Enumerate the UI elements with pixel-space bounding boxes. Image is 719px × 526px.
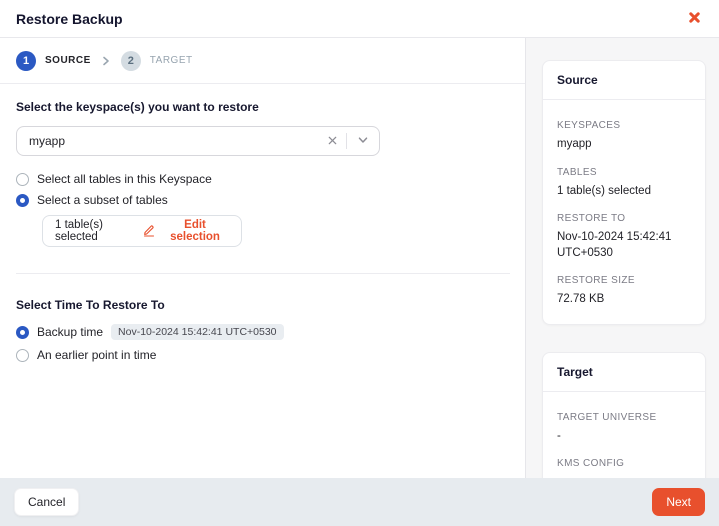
close-button[interactable] [685,10,703,28]
chevron-down-icon [357,134,369,149]
field-label: RESTORE SIZE [557,275,691,286]
radio-all-tables-label: Select all tables in this Keyspace [37,172,212,186]
step-1-label: SOURCE [45,55,91,66]
keyspace-select-value: myapp [17,134,319,148]
target-card-title: Target [543,353,705,392]
stepper-step-source: 1 SOURCE [16,51,91,71]
summary-field-target-universe: TARGET UNIVERSE - [557,412,691,445]
target-summary-card: Target TARGET UNIVERSE - KMS CONFIG - [542,352,706,478]
stepper-step-target: 2 TARGET [121,51,193,71]
radio-earlier-point[interactable] [16,349,29,362]
restore-time-label: Select Time To Restore To [16,298,509,312]
radio-subset-tables-label: Select a subset of tables [37,193,168,207]
section-divider [16,273,510,274]
table-selection-box: 1 table(s) selected Edit selection [42,215,242,247]
summary-field-restore-size: RESTORE SIZE 72.78 KB [557,275,691,308]
field-value: Nov-10-2024 15:42:41 UTC+0530 [557,230,675,261]
edit-pencil-icon [142,223,156,240]
radio-backup-time-label: Backup time [37,325,103,339]
main-pane: 1 SOURCE 2 TARGET Select the keyspace(s)… [0,38,526,478]
selected-tables-count: 1 table(s) selected [55,219,142,243]
field-label: KEYSPACES [557,120,691,131]
stepper: 1 SOURCE 2 TARGET [0,38,525,84]
option-subset-tables[interactable]: Select a subset of tables [16,193,509,207]
radio-all-tables[interactable] [16,173,29,186]
step-2-label: TARGET [150,55,193,66]
keyspace-select[interactable]: myapp [16,126,380,156]
summary-field-tables: TABLES 1 table(s) selected [557,167,691,200]
edit-selection-label: Edit selection [161,219,229,243]
source-summary-card: Source KEYSPACES myapp TABLES 1 table(s)… [542,60,706,325]
field-label: KMS CONFIG [557,458,691,469]
restore-backup-modal: Restore Backup 1 SOURCE 2 TARGET [0,0,719,526]
field-label: TARGET UNIVERSE [557,412,691,423]
select-dropdown-button[interactable] [347,134,379,149]
source-step-form: Select the keyspace(s) you want to resto… [0,84,525,386]
target-card-body: TARGET UNIVERSE - KMS CONFIG - [543,392,705,478]
next-button[interactable]: Next [652,488,705,516]
backup-time-badge: Nov-10-2024 15:42:41 UTC+0530 [111,324,283,340]
field-value: 72.78 KB [557,292,691,308]
summary-field-restore-to: RESTORE TO Nov-10-2024 15:42:41 UTC+0530 [557,213,691,261]
step-1-badge: 1 [16,51,36,71]
keyspace-select-label: Select the keyspace(s) you want to resto… [16,100,509,114]
field-value: myapp [557,137,691,153]
modal-header: Restore Backup [0,0,719,38]
modal-footer: Cancel Next [0,478,719,526]
cancel-button[interactable]: Cancel [14,488,79,516]
radio-backup-time[interactable] [16,326,29,339]
field-value: - [557,429,691,445]
option-earlier-point[interactable]: An earlier point in time [16,348,509,362]
source-card-body: KEYSPACES myapp TABLES 1 table(s) select… [543,100,705,324]
select-indicators [319,133,379,149]
field-label: RESTORE TO [557,213,691,224]
chevron-right-icon [101,56,111,66]
step-2-badge: 2 [121,51,141,71]
clear-selection-button[interactable] [319,134,346,149]
source-card-title: Source [543,61,705,100]
modal-title: Restore Backup [16,11,123,27]
option-all-tables[interactable]: Select all tables in this Keyspace [16,172,509,186]
field-value: 1 table(s) selected [557,184,691,200]
summary-field-kms-config: KMS CONFIG - [557,458,691,478]
option-backup-time[interactable]: Backup time Nov-10-2024 15:42:41 UTC+053… [16,324,509,340]
summary-sidebar: Source KEYSPACES myapp TABLES 1 table(s)… [526,38,719,478]
modal-body: 1 SOURCE 2 TARGET Select the keyspace(s)… [0,38,719,478]
edit-selection-link[interactable]: Edit selection [142,219,229,243]
close-icon [688,11,701,27]
radio-earlier-point-label: An earlier point in time [37,348,156,362]
field-label: TABLES [557,167,691,178]
clear-x-icon [327,134,338,149]
radio-subset-tables[interactable] [16,194,29,207]
summary-field-keyspaces: KEYSPACES myapp [557,120,691,153]
